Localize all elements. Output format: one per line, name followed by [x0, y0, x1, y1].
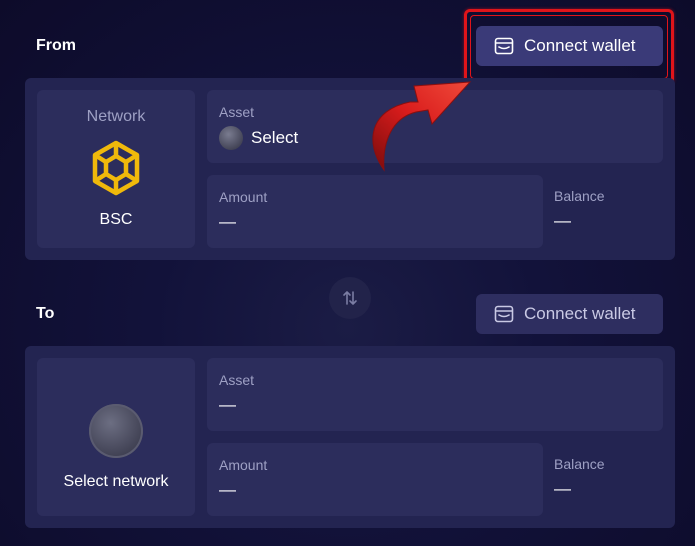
asset-value: — — [219, 395, 236, 414]
token-placeholder-icon — [219, 126, 243, 150]
to-network-selector[interactable]: Select network — [37, 358, 195, 516]
amount-label: Amount — [219, 457, 268, 473]
pointer-arrow-icon — [372, 81, 472, 172]
from-panel: Network BSC Asset Select Amount — Balanc… — [25, 78, 675, 260]
swap-arrows-icon — [343, 291, 357, 305]
balance-label: Balance — [554, 456, 605, 472]
asset-select-label: Select — [251, 128, 299, 147]
select-network-label: Select network — [63, 473, 169, 490]
from-network-selector[interactable]: Network BSC — [37, 90, 195, 248]
network-placeholder-icon — [89, 404, 143, 458]
balance-value: — — [554, 479, 571, 498]
bsc-icon — [92, 140, 140, 196]
network-name: BSC — [99, 211, 133, 228]
asset-label: Asset — [219, 372, 255, 388]
swap-direction-button[interactable] — [329, 277, 371, 319]
balance-value: — — [554, 211, 571, 230]
balance-label: Balance — [554, 188, 605, 204]
to-asset-selector[interactable]: Asset — — [207, 358, 663, 431]
amount-value[interactable]: — — [219, 212, 236, 232]
network-title: Network — [86, 108, 146, 125]
to-panel: Select network Asset — Amount — Balance … — [25, 346, 675, 528]
wallet-icon — [494, 305, 514, 323]
to-amount-field[interactable]: Amount — — [207, 443, 543, 516]
asset-label: Asset — [219, 104, 255, 120]
from-label: From — [36, 37, 76, 54]
to-label: To — [36, 305, 55, 322]
connect-wallet-label: Connect wallet — [524, 304, 636, 323]
from-amount-field[interactable]: Amount — — [207, 175, 543, 248]
highlight-box — [464, 9, 674, 85]
to-connect-wallet-button[interactable]: Connect wallet — [476, 294, 663, 334]
asset-select[interactable]: Select — [219, 126, 298, 150]
amount-label: Amount — [219, 189, 268, 205]
amount-value: — — [219, 480, 236, 499]
